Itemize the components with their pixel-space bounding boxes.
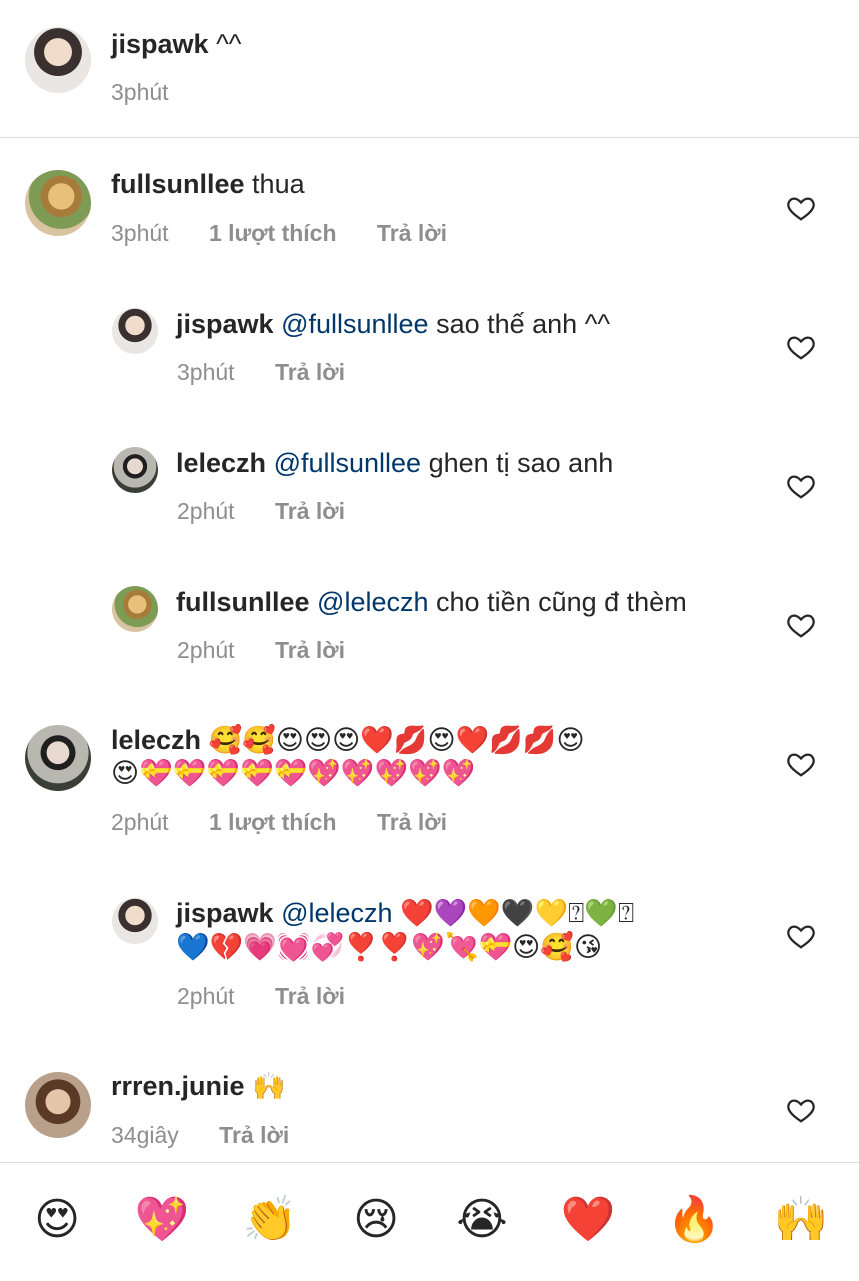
comment-text-continued: 😍💝💝💝💝💝💖💖💖💖💖 — [111, 758, 476, 789]
caption-line: jispawk ^^ — [111, 27, 241, 61]
reaction-heart-eyes-icon[interactable]: 😍 — [27, 1190, 87, 1250]
comment-meta: 2phút Trả lời — [177, 497, 379, 525]
reaction-raised-hands-icon[interactable]: 🙌 — [771, 1190, 831, 1250]
timestamp: 2phút — [111, 809, 169, 835]
avatar[interactable] — [112, 447, 158, 493]
username[interactable]: leleczh — [176, 448, 266, 478]
reaction-fire-icon[interactable]: 🔥 — [664, 1190, 724, 1250]
username[interactable]: fullsunllee — [111, 169, 245, 199]
reaction-clap-icon[interactable]: 👏 — [240, 1190, 300, 1250]
username[interactable]: jispawk — [176, 309, 274, 339]
avatar[interactable] — [25, 170, 91, 236]
reply-button[interactable]: Trả lời — [275, 498, 345, 524]
like-heart-icon[interactable] — [786, 610, 816, 640]
comment-meta: 2phút Trả lời — [177, 982, 379, 1010]
username[interactable]: fullsunllee — [176, 587, 310, 617]
timestamp: 3phút — [111, 220, 169, 246]
caption-meta: 3phút — [111, 78, 203, 106]
comment-line: fullsunllee thua — [111, 167, 305, 201]
like-heart-icon[interactable] — [786, 193, 816, 223]
comment-line: rrren.junie 🙌 — [111, 1069, 286, 1104]
likes-count[interactable]: 1 lượt thích — [209, 220, 337, 246]
comment-text: 🙌 — [252, 1071, 286, 1102]
reply-button[interactable]: Trả lời — [377, 220, 447, 246]
comment-text: sao thế anh ^^ — [436, 309, 611, 339]
reaction-crying-icon[interactable]: 😢 — [346, 1190, 406, 1250]
comment-text: cho tiền cũng đ thèm — [436, 587, 687, 617]
comment-meta: 34giây Trả lời — [111, 1121, 323, 1149]
reaction-red-heart-icon[interactable]: ❤️ — [558, 1190, 618, 1250]
reply-button[interactable]: Trả lời — [275, 637, 345, 663]
comment-line: leleczh @fullsunllee ghen tị sao anh — [176, 446, 613, 480]
quick-reaction-bar — [0, 1162, 859, 1281]
mention-link[interactable]: @leleczh — [281, 898, 392, 928]
avatar[interactable] — [25, 27, 91, 93]
comment-meta: 3phút 1 lượt thích Trả lời — [111, 219, 481, 247]
reply-button[interactable]: Trả lời — [275, 983, 345, 1009]
timestamp: 2phút — [177, 637, 235, 663]
comment-text: thua — [252, 169, 305, 199]
reply-button[interactable]: Trả lời — [219, 1122, 289, 1148]
timestamp: 3phút — [177, 359, 235, 385]
timestamp: 2phút — [177, 498, 235, 524]
comment-line: fullsunllee @leleczh cho tiền cũng đ thè… — [176, 585, 687, 619]
like-heart-icon[interactable] — [786, 921, 816, 951]
divider — [0, 137, 859, 138]
username[interactable]: jispawk — [176, 898, 274, 928]
username[interactable]: rrren.junie — [111, 1071, 245, 1101]
mention-link[interactable]: @leleczh — [317, 587, 428, 617]
comment-line: leleczh 🥰🥰😍😍😍❤️💋😍❤️💋💋😍 — [111, 723, 585, 758]
timestamp: 34giây — [111, 1122, 179, 1148]
caption-text: ^^ — [216, 29, 242, 59]
reply-button[interactable]: Trả lời — [275, 359, 345, 385]
like-heart-icon[interactable] — [786, 332, 816, 362]
username[interactable]: jispawk — [111, 29, 209, 59]
comment-line: jispawk @leleczh ❤️💜🧡🖤💛⍰💚⍰ — [176, 896, 634, 931]
comment-meta: 2phút 1 lượt thích Trả lời — [111, 808, 481, 836]
avatar[interactable] — [25, 725, 91, 791]
comment-meta: 3phút Trả lời — [177, 358, 379, 386]
like-heart-icon[interactable] — [786, 471, 816, 501]
comment-text: ghen tị sao anh — [428, 448, 614, 478]
reply-button[interactable]: Trả lời — [377, 809, 447, 835]
mention-link[interactable]: @fullsunllee — [281, 309, 429, 339]
comment-text: ❤️💜🧡🖤💛⍰💚⍰ — [400, 898, 635, 929]
comment-text: 🥰🥰😍😍😍❤️💋😍❤️💋💋😍 — [208, 725, 585, 756]
like-heart-icon[interactable] — [786, 749, 816, 779]
comment-line: jispawk @fullsunllee sao thế anh ^^ — [176, 307, 610, 341]
username[interactable]: leleczh — [111, 725, 201, 755]
comment-text-continued: 💙💔💗💓💞❣️❣️💖💘💝😍🥰😘 — [176, 932, 603, 963]
avatar[interactable] — [112, 898, 158, 944]
timestamp: 2phút — [177, 983, 235, 1009]
comment-meta: 2phút Trả lời — [177, 636, 379, 664]
likes-count[interactable]: 1 lượt thích — [209, 809, 337, 835]
avatar[interactable] — [112, 308, 158, 354]
avatar[interactable] — [112, 586, 158, 632]
timestamp: 3phút — [111, 79, 169, 105]
avatar[interactable] — [25, 1072, 91, 1138]
like-heart-icon[interactable] — [786, 1095, 816, 1125]
reaction-sobbing-icon[interactable]: 😭 — [452, 1190, 512, 1250]
reaction-sparkling-heart-icon[interactable]: 💖 — [132, 1190, 192, 1250]
mention-link[interactable]: @fullsunllee — [274, 448, 422, 478]
